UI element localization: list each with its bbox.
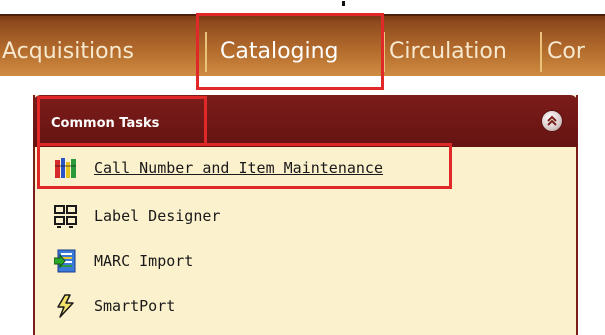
task-label[interactable]: MARC Import bbox=[94, 252, 193, 270]
module-nav-bar: Acquisitions Cataloging Circulation Cor bbox=[0, 14, 605, 76]
tab-circulation[interactable]: Circulation bbox=[389, 34, 507, 70]
tab-separator bbox=[540, 32, 542, 72]
tab-cor[interactable]: Cor bbox=[547, 34, 585, 70]
top-strip bbox=[0, 0, 605, 14]
collapse-button[interactable] bbox=[541, 110, 563, 132]
task-label[interactable]: SmartPort bbox=[94, 297, 175, 315]
tab-acquisitions[interactable]: Acquisitions bbox=[2, 34, 134, 70]
common-tasks-title: Common Tasks bbox=[51, 116, 160, 131]
tab-separator bbox=[383, 32, 385, 72]
label-grid-icon bbox=[54, 205, 77, 228]
lightning-icon bbox=[57, 294, 74, 318]
task-label[interactable]: Call Number and Item Maintenance bbox=[94, 159, 383, 177]
tab-cataloging[interactable]: Cataloging bbox=[220, 34, 339, 70]
tab-separator bbox=[205, 32, 207, 72]
double-chevron-up-icon bbox=[547, 115, 557, 126]
task-call-number-item-maintenance[interactable]: Call Number and Item Maintenance bbox=[54, 156, 434, 182]
task-label-designer[interactable]: Label Designer bbox=[54, 204, 254, 230]
books-icon bbox=[55, 158, 76, 178]
task-label[interactable]: Label Designer bbox=[94, 207, 220, 225]
task-marc-import[interactable]: MARC Import bbox=[54, 249, 254, 275]
import-icon bbox=[54, 249, 76, 273]
cursor-mark bbox=[342, 1, 345, 6]
task-smartport[interactable]: SmartPort bbox=[54, 294, 254, 320]
